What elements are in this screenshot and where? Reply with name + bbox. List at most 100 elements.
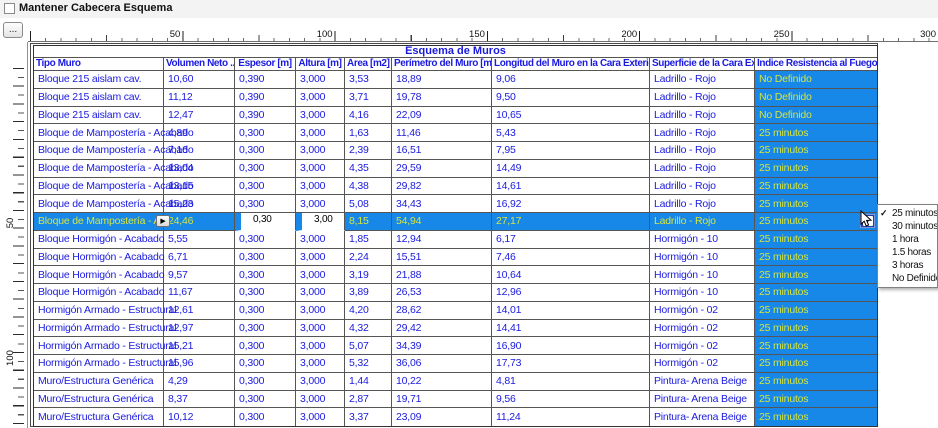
- cell[interactable]: 21,88: [392, 266, 492, 284]
- cell[interactable]: 0,300: [235, 160, 296, 178]
- cell[interactable]: 25 minutos: [755, 302, 877, 320]
- cell[interactable]: 11,46: [392, 124, 492, 142]
- cell[interactable]: 3,000: [296, 284, 345, 302]
- cell[interactable]: 2,87: [345, 391, 392, 409]
- cell[interactable]: 10,65: [492, 107, 650, 125]
- cell[interactable]: 34,43: [392, 195, 492, 213]
- cell[interactable]: 23,09: [392, 408, 492, 426]
- cell[interactable]: 27,17: [492, 213, 650, 231]
- cell[interactable]: 15,23: [164, 195, 235, 213]
- cell[interactable]: Ladrillo - Rojo: [650, 213, 755, 231]
- cell[interactable]: 25 minutos: [755, 142, 877, 160]
- cell[interactable]: 0,390: [235, 89, 296, 107]
- cell[interactable]: Bloque de Mampostería - Acabado: [34, 178, 164, 196]
- cell[interactable]: Hormigón - 02: [650, 302, 755, 320]
- cell[interactable]: 5,32: [345, 355, 392, 373]
- cell[interactable]: 36,06: [392, 355, 492, 373]
- cell[interactable]: 3,000: [296, 71, 345, 89]
- cell[interactable]: 29,82: [392, 178, 492, 196]
- cell[interactable]: 0,300: [235, 302, 296, 320]
- cell[interactable]: 2,24: [345, 249, 392, 267]
- cell[interactable]: Bloque 215 aislam cav.: [34, 71, 164, 89]
- cell[interactable]: 1,44: [345, 373, 392, 391]
- cell[interactable]: 0,300: [235, 142, 296, 160]
- cell[interactable]: 0,300: [235, 231, 296, 249]
- expand-cell-button[interactable]: ▶: [156, 215, 170, 227]
- cell[interactable]: 5,07: [345, 337, 392, 355]
- cell[interactable]: Ladrillo - Rojo: [650, 160, 755, 178]
- column-header[interactable]: Altura [m]: [296, 58, 345, 71]
- cell[interactable]: 5,55: [164, 231, 235, 249]
- cell[interactable]: 25 minutos: [755, 355, 877, 373]
- cell[interactable]: 4,89: [164, 124, 235, 142]
- cell[interactable]: 0,390: [235, 107, 296, 125]
- menu-item[interactable]: 1.5 horas: [878, 246, 937, 259]
- cell[interactable]: 28,62: [392, 302, 492, 320]
- cell[interactable]: 25 minutos: [755, 320, 877, 338]
- cell[interactable]: 0,300: [235, 373, 296, 391]
- cell[interactable]: Hormigón - 10: [650, 266, 755, 284]
- cell[interactable]: Muro/Estructura Genérica: [34, 391, 164, 409]
- cell[interactable]: 3,000: [296, 373, 345, 391]
- cell[interactable]: 0,300: [235, 284, 296, 302]
- dropdown-button[interactable]: ▾: [860, 214, 875, 228]
- cell[interactable]: 25 minutos: [755, 124, 877, 142]
- cell[interactable]: Ladrillo - Rojo: [650, 124, 755, 142]
- cell[interactable]: 8,37: [164, 391, 235, 409]
- cell[interactable]: 25 minutos: [755, 408, 877, 426]
- cell[interactable]: 0,300: [235, 391, 296, 409]
- cell[interactable]: 25 minutos: [755, 391, 877, 409]
- cell[interactable]: Hormigón - 10: [650, 284, 755, 302]
- cell[interactable]: Muro/Estructura Genérica: [34, 408, 164, 426]
- menu-item[interactable]: 3 horas: [878, 259, 937, 272]
- cell[interactable]: 9,57: [164, 266, 235, 284]
- cell[interactable]: 7,46: [492, 249, 650, 267]
- cell[interactable]: 10,12: [164, 408, 235, 426]
- cell[interactable]: 0,300: [235, 124, 296, 142]
- cell[interactable]: 4,38: [345, 178, 392, 196]
- cell[interactable]: 3,000: [296, 107, 345, 125]
- cell[interactable]: 14,61: [492, 178, 650, 196]
- cell[interactable]: Hormigón Armado - Estructural: [34, 355, 164, 373]
- cell[interactable]: Ladrillo - Rojo: [650, 89, 755, 107]
- cell[interactable]: 0,300: [235, 408, 296, 426]
- column-header[interactable]: Tipo Muro: [34, 58, 164, 71]
- cell[interactable]: 4,20: [345, 302, 392, 320]
- cell[interactable]: Bloque de Mampostería - Acabado: [34, 142, 164, 160]
- cell[interactable]: Ladrillo - Rojo: [650, 178, 755, 196]
- cell[interactable]: 3,00: [296, 213, 345, 231]
- column-header[interactable]: Longitud del Muro en la Cara Exterior: [492, 58, 650, 71]
- cell[interactable]: 14,41: [492, 320, 650, 338]
- cell[interactable]: 22,09: [392, 107, 492, 125]
- cell[interactable]: Bloque 215 aislam cav.: [34, 89, 164, 107]
- cell[interactable]: 10,60: [164, 71, 235, 89]
- cell[interactable]: 19,78: [392, 89, 492, 107]
- cell[interactable]: Hormigón - 02: [650, 355, 755, 373]
- cell[interactable]: 26,53: [392, 284, 492, 302]
- cell[interactable]: 2,39: [345, 142, 392, 160]
- cell[interactable]: No Definido: [755, 71, 877, 89]
- cell[interactable]: 3,000: [296, 337, 345, 355]
- cell[interactable]: Hormigón - 02: [650, 337, 755, 355]
- cell[interactable]: 4,81: [492, 373, 650, 391]
- cell[interactable]: 11,67: [164, 284, 235, 302]
- column-header[interactable]: Índice Resistencia al Fuego: [755, 58, 877, 71]
- cell[interactable]: Muro/Estructura Genérica: [34, 373, 164, 391]
- cell[interactable]: 24,46: [164, 213, 235, 231]
- cell[interactable]: 0,30: [235, 213, 296, 231]
- column-header[interactable]: Superficie de la Cara Exterior: [650, 58, 755, 71]
- cell[interactable]: 17,73: [492, 355, 650, 373]
- menu-item[interactable]: 30 minutos: [878, 220, 937, 233]
- cell[interactable]: 16,90: [492, 337, 650, 355]
- cell[interactable]: Bloque Hormigón - Acabado: [34, 249, 164, 267]
- cell[interactable]: 25 minutos: [755, 373, 877, 391]
- cell[interactable]: Hormigón - 10: [650, 249, 755, 267]
- cell[interactable]: 25 minutos: [755, 160, 877, 178]
- cell[interactable]: 5,43: [492, 124, 650, 142]
- cell[interactable]: 3,71: [345, 89, 392, 107]
- cell[interactable]: 4,29: [164, 373, 235, 391]
- cell[interactable]: Bloque Hormigón - Acabado: [34, 266, 164, 284]
- cell[interactable]: 0,300: [235, 195, 296, 213]
- menu-item[interactable]: 1 hora: [878, 233, 937, 246]
- column-header[interactable]: Área [m2]: [345, 58, 392, 71]
